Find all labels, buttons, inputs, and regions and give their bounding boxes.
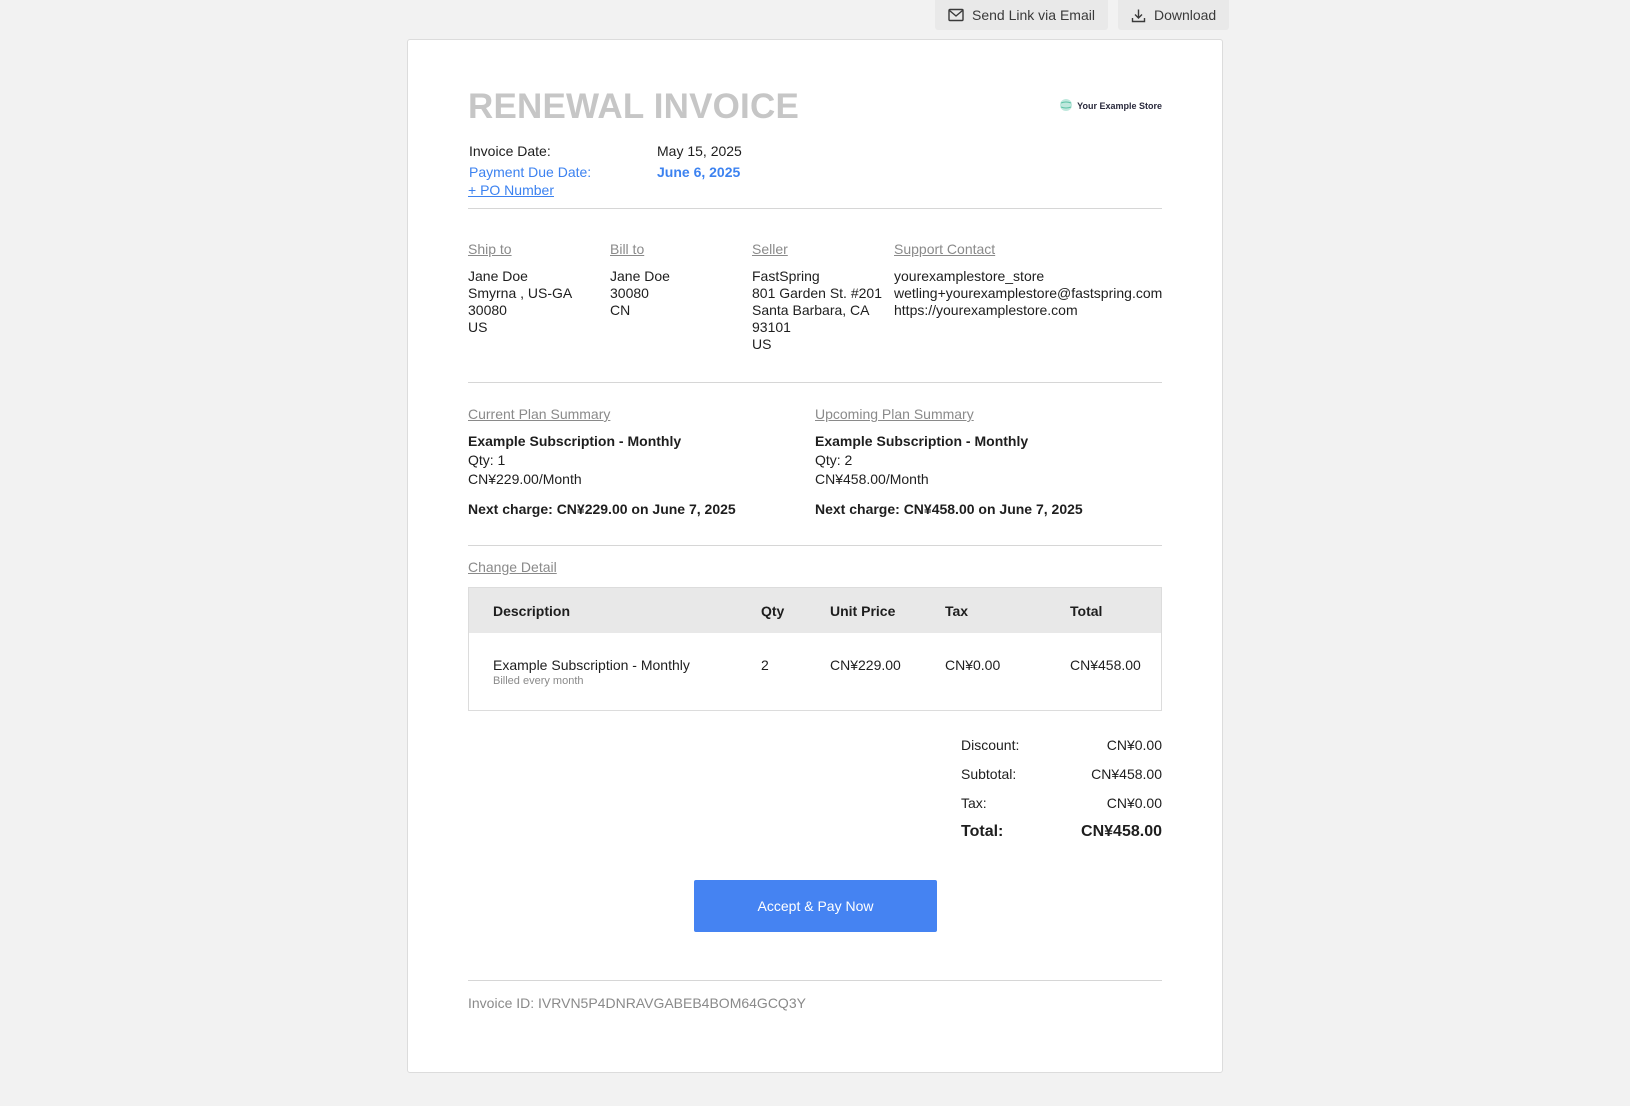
ship-to-heading: Ship to: [468, 241, 512, 257]
address-line: FastSpring: [752, 268, 820, 284]
change-detail-table: Description Qty Unit Price Tax Total Exa…: [468, 587, 1162, 711]
address-line: US: [752, 336, 772, 352]
row-unit-price: CN¥229.00: [830, 657, 901, 673]
current-plan-price: CN¥229.00/Month: [468, 471, 582, 487]
store-logo: Your Example Store: [1059, 98, 1162, 114]
upcoming-plan-summary: Upcoming Plan Summary Example Subscripti…: [815, 406, 1155, 517]
invoice-id: Invoice ID: IVRVN5P4DNRAVGABEB4BOM64GCQ3…: [468, 995, 806, 1011]
divider: [468, 208, 1162, 209]
support-line: yourexamplestore_store: [894, 268, 1045, 284]
subtotal-row: Subtotal: CN¥458.00: [961, 759, 1162, 788]
accept-pay-button[interactable]: Accept & Pay Now: [694, 880, 937, 932]
row-qty: 2: [761, 657, 769, 673]
support-contact-block: Support Contact yourexamplestore_store w…: [894, 241, 1162, 319]
address-line: US: [468, 319, 488, 335]
row-tax: CN¥0.00: [945, 657, 1001, 673]
bill-to-block: Bill to Jane Doe 30080 CN: [610, 241, 670, 319]
mail-icon: [948, 8, 964, 22]
col-total: Total: [1070, 603, 1103, 619]
send-link-label: Send Link via Email: [972, 7, 1095, 23]
invoice-date-value: May 15, 2025: [657, 142, 742, 159]
invoice-date-row: Invoice Date: May 15, 2025: [468, 140, 742, 161]
address-line: Smyrna , US-GA: [468, 285, 573, 301]
address-line: CN: [610, 302, 631, 318]
divider: [468, 382, 1162, 383]
address-line: Jane Doe: [610, 268, 670, 284]
table-row: Example Subscription - Monthly Billed ev…: [469, 633, 1161, 711]
current-plan-qty: Qty: 1: [468, 452, 506, 468]
store-logo-text: Your Example Store: [1077, 101, 1162, 111]
totals-block: Discount: CN¥0.00 Subtotal: CN¥458.00 Ta…: [961, 730, 1162, 846]
upcoming-plan-price: CN¥458.00/Month: [815, 471, 929, 487]
upcoming-plan-qty: Qty: 2: [815, 452, 853, 468]
discount-row: Discount: CN¥0.00: [961, 730, 1162, 759]
invoice-meta: Invoice Date: May 15, 2025 Payment Due D…: [468, 140, 742, 199]
invoice-date-label: Invoice Date:: [469, 142, 551, 159]
due-date-row: Payment Due Date: June 6, 2025: [468, 161, 742, 182]
row-billing-note: Billed every month: [493, 675, 584, 687]
divider: [468, 545, 1162, 546]
download-button[interactable]: Download: [1117, 0, 1230, 30]
row-description: Example Subscription - Monthly: [493, 657, 690, 673]
po-number-link[interactable]: + PO Number: [468, 182, 554, 198]
upcoming-plan-name: Example Subscription - Monthly: [815, 433, 1029, 449]
address-line: 30080: [610, 285, 649, 301]
due-date-label: Payment Due Date:: [469, 163, 592, 180]
row-total: CN¥458.00: [1070, 657, 1141, 673]
current-plan-name: Example Subscription - Monthly: [468, 433, 682, 449]
seller-block: Seller FastSpring 801 Garden St. #201 Sa…: [752, 241, 882, 353]
change-detail-heading: Change Detail: [468, 559, 557, 575]
col-description: Description: [493, 603, 571, 619]
tax-row: Tax: CN¥0.00: [961, 788, 1162, 817]
globe-icon: [1059, 98, 1073, 114]
download-label: Download: [1153, 7, 1217, 23]
current-plan-summary: Current Plan Summary Example Subscriptio…: [468, 406, 808, 517]
bill-to-heading: Bill to: [610, 241, 645, 257]
invoice-toolbar: Send Link via Email Download: [935, 0, 1230, 30]
support-contact-heading: Support Contact: [894, 241, 996, 257]
support-email: wetling+yourexamplestore@fastspring.com: [894, 285, 1163, 301]
discount-label: Discount:: [961, 736, 1020, 753]
address-line: Jane Doe: [468, 268, 528, 284]
col-tax: Tax: [945, 603, 969, 619]
address-line: Santa Barbara, CA: [752, 302, 870, 318]
download-icon: [1131, 8, 1146, 23]
due-date-value: June 6, 2025: [657, 163, 741, 180]
col-unit-price: Unit Price: [830, 603, 896, 619]
upcoming-plan-heading: Upcoming Plan Summary: [815, 406, 974, 422]
tax-label: Tax:: [961, 794, 987, 811]
total-value: CN¥458.00: [1081, 822, 1162, 840]
address-line: 801 Garden St. #201: [752, 285, 882, 301]
address-line: 93101: [752, 319, 791, 335]
discount-value: CN¥0.00: [1106, 736, 1162, 753]
ship-to-block: Ship to Jane Doe Smyrna , US-GA 30080 US: [468, 241, 572, 336]
invoice-title: RENEWAL INVOICE: [468, 87, 800, 126]
current-plan-next-charge: Next charge: CN¥229.00 on June 7, 2025: [468, 501, 736, 517]
upcoming-plan-next-charge: Next charge: CN¥458.00 on June 7, 2025: [815, 501, 1083, 517]
divider: [468, 980, 1162, 981]
address-line: 30080: [468, 302, 507, 318]
current-plan-heading: Current Plan Summary: [468, 406, 611, 422]
support-url: https://yourexamplestore.com: [894, 302, 1078, 318]
subtotal-label: Subtotal:: [961, 765, 1017, 782]
invoice-card: RENEWAL INVOICE Your Example Store Invoi…: [407, 39, 1223, 1073]
grand-total-row: Total: CN¥458.00: [961, 817, 1162, 846]
total-label: Total:: [961, 822, 1004, 840]
send-link-button[interactable]: Send Link via Email: [935, 0, 1108, 30]
table-header: Description Qty Unit Price Tax Total: [469, 588, 1161, 633]
tax-value: CN¥0.00: [1106, 794, 1162, 811]
subtotal-value: CN¥458.00: [1091, 765, 1162, 782]
col-qty: Qty: [761, 603, 785, 619]
seller-heading: Seller: [752, 241, 788, 257]
